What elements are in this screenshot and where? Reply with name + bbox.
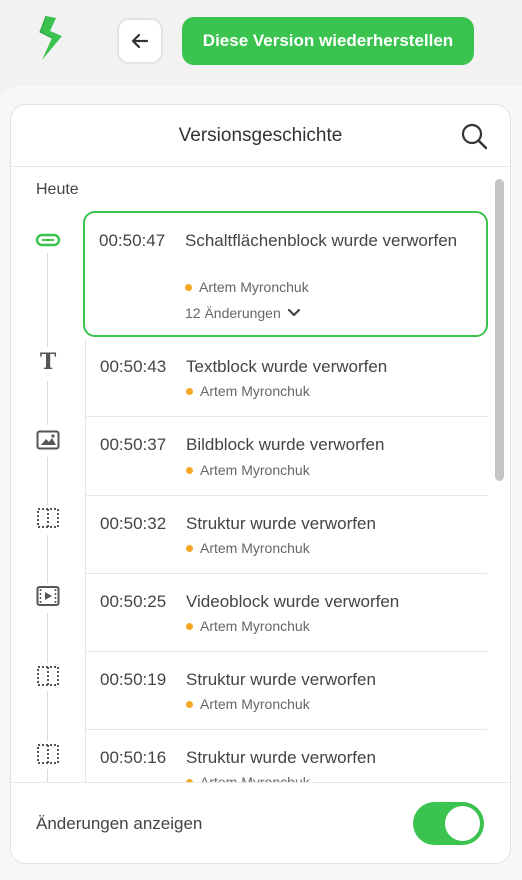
version-time: 00:50:32: [100, 514, 167, 533]
version-entry[interactable]: 00:50:19 Struktur wurde verworfen Artem …: [85, 652, 487, 730]
version-author: Artem Myronchuk: [186, 383, 310, 399]
button-block-icon: [35, 227, 61, 253]
author-name: Artem Myronchuk: [199, 279, 309, 295]
author-name: Artem Myronchuk: [200, 540, 310, 556]
changes-count: 12 Änderungen: [185, 305, 281, 321]
timeline-connector: [47, 251, 48, 347]
structure-icon: [35, 505, 61, 531]
version-entry[interactable]: 00:50:32 Struktur wurde verworfen Artem …: [85, 496, 487, 574]
version-entry[interactable]: 00:50:37 Bildblock wurde verworfen Artem…: [85, 417, 487, 496]
version-title: Bildblock wurde verworfen: [186, 435, 385, 454]
search-icon[interactable]: [460, 122, 488, 150]
version-title: Videoblock wurde verworfen: [186, 592, 400, 611]
panel-title: Versionsgeschichte: [178, 125, 343, 146]
structure-icon: [35, 663, 61, 689]
panel-footer: Änderungen anzeigen: [11, 782, 510, 863]
top-toolbar: Diese Version wiederherstellen: [0, 0, 522, 86]
changes-expander[interactable]: 12 Änderungen: [185, 305, 301, 321]
timeline-connector: [47, 535, 48, 585]
version-entry[interactable]: 00:50:16 Struktur wurde verworfen Artem …: [85, 730, 487, 784]
structure-icon: [35, 741, 61, 767]
timeline-connector: [47, 457, 48, 507]
version-title: Schaltflächenblock wurde verworfen: [185, 231, 458, 250]
version-title: Struktur wurde verworfen: [186, 670, 376, 689]
timeline-connector: [47, 381, 48, 425]
version-author: Artem Myronchuk: [186, 696, 310, 712]
version-entry[interactable]: 00:50:25 Videoblock wurde verworfen Arte…: [85, 574, 487, 652]
version-time: 00:50:16: [100, 748, 167, 767]
author-dot: [186, 387, 193, 395]
day-label: Heute: [36, 181, 79, 198]
author-dot: [186, 622, 193, 630]
show-changes-label: Änderungen anzeigen: [36, 814, 203, 833]
back-button[interactable]: [117, 18, 163, 64]
version-title: Struktur wurde verworfen: [186, 514, 376, 533]
restore-version-button[interactable]: Diese Version wiederherstellen: [182, 17, 474, 65]
chevron-down-icon: [287, 308, 300, 317]
version-time: 00:50:25: [100, 592, 167, 611]
show-changes-toggle[interactable]: [413, 802, 484, 845]
toggle-knob: [445, 806, 480, 841]
timeline-connector: [47, 691, 48, 741]
version-time: 00:50:37: [100, 435, 167, 454]
author-name: Artem Myronchuk: [200, 618, 310, 634]
version-time: 00:50:47: [99, 231, 166, 250]
version-author: Artem Myronchuk: [186, 462, 310, 478]
author-name: Artem Myronchuk: [200, 462, 310, 478]
version-author: Artem Myronchuk: [185, 279, 309, 295]
text-block-icon: T: [35, 349, 61, 375]
video-block-icon: [35, 583, 61, 609]
scrollbar-thumb[interactable]: [495, 179, 504, 481]
version-entry[interactable]: 00:50:47 Schaltflächenblock wurde verwor…: [83, 211, 488, 337]
author-dot: [186, 466, 193, 474]
bolt-logo-icon: [39, 15, 62, 60]
version-title: Struktur wurde verworfen: [186, 748, 376, 767]
version-entry[interactable]: 00:50:43 Textblock wurde verworfen Artem…: [85, 339, 487, 417]
author-dot: [186, 700, 193, 708]
version-author: Artem Myronchuk: [186, 618, 310, 634]
version-time: 00:50:43: [100, 357, 167, 376]
image-block-icon: [35, 427, 61, 453]
author-name: Artem Myronchuk: [200, 383, 310, 399]
version-time: 00:50:19: [100, 670, 167, 689]
arrow-left-icon: [131, 33, 149, 49]
panel-header: Versionsgeschichte: [11, 105, 510, 167]
version-author: Artem Myronchuk: [186, 540, 310, 556]
author-name: Artem Myronchuk: [200, 696, 310, 712]
version-title: Textblock wurde verworfen: [186, 357, 388, 376]
timeline-connector: [47, 613, 48, 663]
author-dot: [185, 283, 192, 291]
version-list[interactable]: Heute T 00:50:47 Schaltflächenblock wurd…: [11, 167, 510, 784]
author-dot: [186, 544, 193, 552]
version-history-panel: Versionsgeschichte Heute T 00:50:47 Scha…: [10, 104, 511, 864]
